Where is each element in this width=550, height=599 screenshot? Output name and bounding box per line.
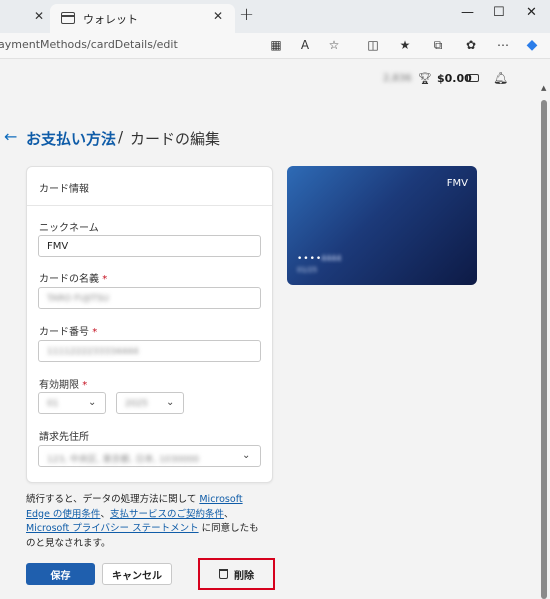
nickname-label: ニックネーム [39,223,99,234]
tab-title: ウォレット [83,13,138,26]
cancel-button[interactable]: キャンセル [102,563,172,585]
chevron-down-icon: ⌄ [242,450,251,461]
card-preview-expiry: 01/25 [297,266,318,274]
scrollbar-thumb[interactable] [541,100,547,599]
wallet-icon[interactable] [467,74,479,82]
nickname-input[interactable]: FMV [38,235,261,257]
tab-close-icon[interactable]: ✕ [213,9,223,23]
back-arrow-icon[interactable]: ← [4,127,17,146]
copilot-icon[interactable]: ◆ [524,37,540,53]
new-tab-button[interactable]: + [239,4,254,25]
wallet-header: 2,836 🏆︎ $0.00 🔔︎ [0,60,538,98]
read-aloud-icon[interactable]: A [297,37,313,53]
card-preview: FMV •••• 4444 01/25 [287,166,477,285]
card-preview-dots: •••• [297,254,323,264]
card-name-value: TARO FUJITSU [47,294,110,304]
card-name-input[interactable]: TARO FUJITSU [38,287,261,309]
bell-icon[interactable]: 🔔︎ [493,71,508,85]
billing-address-value: 123, 中央区, 東京都, 日本, 1030000 [47,455,200,465]
card-preview-name: FMV [446,178,468,189]
close-window-button[interactable]: ✕ [526,5,537,20]
required-mark: * [82,380,88,391]
card-number-label: カード番号 * [39,327,98,338]
maximize-button[interactable]: ☐ [493,5,505,20]
trophy-icon[interactable]: 🏆︎ [418,72,432,85]
chevron-down-icon: ⌄ [166,397,175,408]
required-mark: * [92,327,98,338]
divider [27,205,272,206]
favorite-star-icon[interactable]: ☆ [326,37,342,53]
card-info-panel: カード情報 ニックネーム FMV カードの名義 * TARO FUJITSU カ… [26,166,273,483]
breadcrumb-payment-methods-link[interactable]: お支払い方法 [26,128,116,149]
tab-strip: ✕ ウォレット ✕ + — ☐ ✕ [0,0,550,33]
required-mark: * [102,274,108,285]
delete-button[interactable]: 削除 [206,564,267,584]
chevron-down-icon: ⌄ [88,397,97,408]
previous-tab-close-icon[interactable]: ✕ [34,9,44,23]
more-icon[interactable]: ⋯ [495,37,511,53]
card-preview-last-digits: 4444 [321,254,342,263]
scroll-up-icon[interactable]: ▲ [541,84,546,92]
card-info-title: カード情報 [39,184,89,195]
billing-address-select[interactable]: 123, 中央区, 東京都, 日本, 1030000 ⌄ [38,445,261,467]
expiry-month-select[interactable]: 01 ⌄ [38,392,106,414]
expiry-month-value: 01 [47,399,59,409]
wallet-favicon-icon [61,12,75,24]
card-number-value: 1111222233334444 [47,347,139,357]
expiry-label: 有効期限 * [39,380,88,391]
expiry-year-select[interactable]: 2025 ⌄ [116,392,184,414]
expiry-year-value: 2025 [125,399,148,409]
breadcrumb-separator: / [118,128,124,146]
card-name-label: カードの名義 * [39,274,108,285]
payment-terms-link[interactable]: 支払サービスのご契約条件 [110,509,224,520]
nickname-value: FMV [47,241,69,252]
split-screen-icon[interactable]: ◫ [365,37,381,53]
extensions-icon[interactable]: ✿ [463,37,479,53]
favorites-icon[interactable]: ★ [397,37,413,53]
reward-points: 2,836 [383,73,412,84]
minimize-button[interactable]: — [461,5,474,20]
trash-icon [219,569,228,579]
url-text[interactable]: aymentMethods/cardDetails/edit [0,38,178,51]
page-title: カードの編集 [130,130,221,148]
tab-wallet[interactable]: ウォレット ✕ [50,4,235,33]
reading-view-icon[interactable]: ▦ [268,37,284,53]
card-number-input[interactable]: 1111222233334444 [38,340,261,362]
save-button[interactable]: 保存 [26,563,95,585]
consent-text: 続行すると、データの処理方法に関して Microsoft Edge の使用条件、… [26,494,259,549]
delete-label: 削除 [234,570,254,582]
address-bar: aymentMethods/cardDetails/edit ▦ A ☆ ◫ ★… [0,33,550,59]
privacy-statement-link[interactable]: Microsoft プライバシー ステートメント [26,523,199,534]
billing-address-label: 請求先住所 [39,432,89,443]
collections-icon[interactable]: ⧉ [430,37,446,53]
